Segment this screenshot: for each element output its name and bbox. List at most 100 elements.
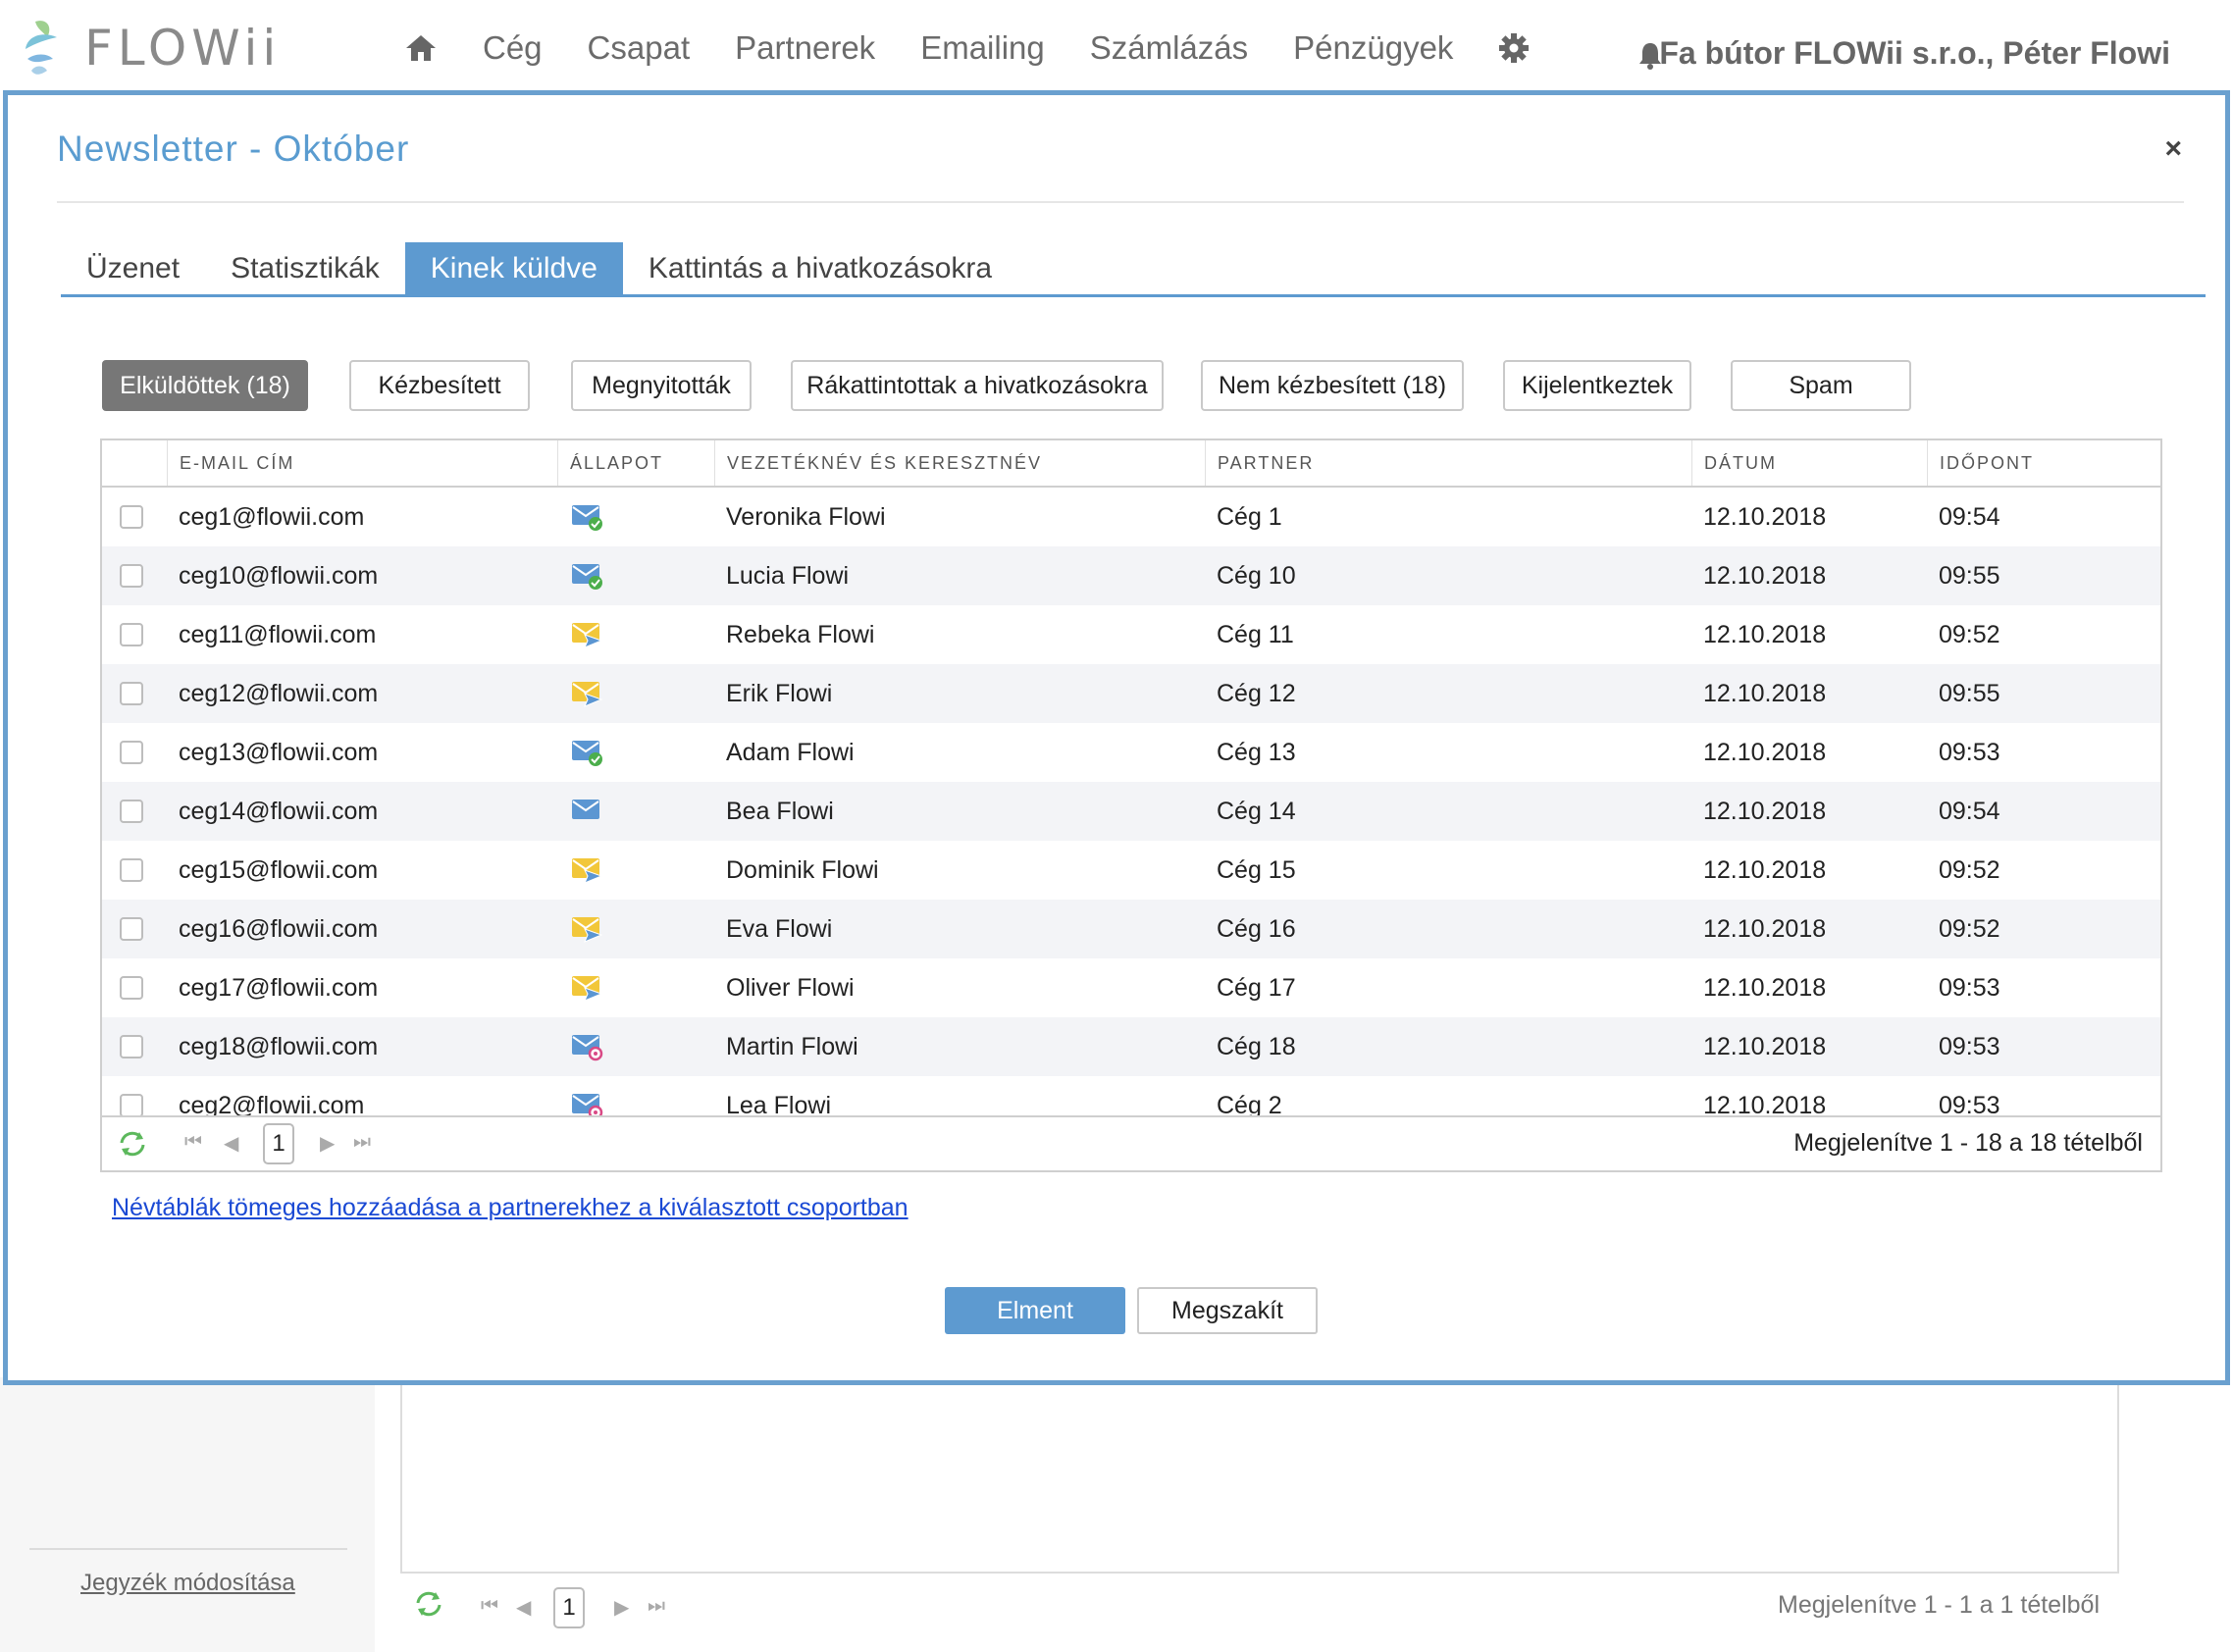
column-date[interactable]: DÁTUM: [1691, 440, 1927, 486]
row-checkbox[interactable]: [120, 1094, 143, 1115]
last-page-icon[interactable]: ⏭: [648, 1595, 665, 1618]
cell-time: 09:55: [1939, 679, 2000, 707]
row-checkbox[interactable]: [120, 976, 143, 1000]
row-checkbox[interactable]: [120, 623, 143, 646]
row-checkbox[interactable]: [120, 858, 143, 882]
table-row[interactable]: ceg12@flowii.com Erik Flowi Cég 12 12.10.20…: [102, 664, 2160, 723]
table-row[interactable]: ceg10@flowii.com Lucia Flowi Cég 10 12.10.2…: [102, 546, 2160, 605]
bulk-add-tags-link[interactable]: Névtáblák tömeges hozzáadása a partnerek…: [112, 1194, 909, 1222]
nav-item-csapat[interactable]: Csapat: [588, 29, 691, 67]
save-button[interactable]: Elment: [945, 1287, 1125, 1334]
cell-date: 12.10.2018: [1703, 561, 1827, 590]
table-row[interactable]: ceg15@flowii.com Dominik Flowi Cég 15 12.10…: [102, 841, 2160, 900]
cell-email: ceg15@flowii.com: [179, 855, 379, 884]
cell-date: 12.10.2018: [1703, 1032, 1827, 1060]
cell-email: ceg1@flowii.com: [179, 502, 365, 531]
grid-pager: ⏮ ◀ 1 ▶ ⏭ Megjelenítve 1 - 18 a 18 tétel…: [102, 1115, 2160, 1170]
row-checkbox[interactable]: [120, 800, 143, 823]
cell-name: Bea Flowi: [726, 797, 834, 825]
row-checkbox[interactable]: [120, 564, 143, 588]
nav-item-partnerek[interactable]: Partnerek: [735, 29, 875, 67]
column-name[interactable]: VEZETÉKNÉV ÉS KERESZTNÉV: [714, 440, 1205, 486]
next-page-icon[interactable]: ▶: [320, 1131, 335, 1156]
nav-item-penzugyek[interactable]: Pénzügyek: [1293, 29, 1453, 67]
prev-page-icon[interactable]: ◀: [516, 1595, 531, 1620]
first-page-icon[interactable]: ⏮: [481, 1595, 498, 1618]
background-sidebar: [0, 1377, 375, 1652]
cell-name: Rebeka Flowi: [726, 620, 875, 648]
nav-item-ceg[interactable]: Cég: [483, 29, 543, 67]
cell-partner: Cég 11: [1217, 620, 1294, 648]
filter-not-delivered-button[interactable]: Nem kézbesített (18): [1201, 360, 1464, 411]
company-user-name[interactable]: Fa bútor FLOWii s.r.o., Péter Flowi: [1659, 35, 2170, 72]
cell-date: 12.10.2018: [1703, 797, 1827, 825]
refresh-icon[interactable]: [412, 1589, 445, 1625]
cell-partner: Cég 12: [1217, 679, 1296, 707]
table-row[interactable]: ceg18@flowii.com Martin Flowi Cég 18 12.10.…: [102, 1017, 2160, 1076]
table-row[interactable]: ceg2@flowii.com Lea Flowi Cég 2 12.10.2018 0…: [102, 1076, 2160, 1115]
row-checkbox[interactable]: [120, 682, 143, 705]
table-row[interactable]: ceg17@flowii.com Oliver Flowi Cég 17 12.10.…: [102, 958, 2160, 1017]
cell-date: 12.10.2018: [1703, 855, 1827, 884]
table-row[interactable]: ceg14@flowii.com Bea Flowi Cég 14 12.10.201…: [102, 782, 2160, 841]
page-number[interactable]: 1: [553, 1587, 585, 1628]
row-checkbox[interactable]: [120, 741, 143, 764]
refresh-icon[interactable]: [116, 1129, 149, 1164]
cell-email: ceg11@flowii.com: [179, 620, 377, 648]
cell-time: 09:52: [1939, 914, 2000, 943]
filter-sent-button[interactable]: Elküldöttek (18): [102, 360, 308, 411]
background-pager: ⏮ ◀ 1 ▶ ⏭ Megjelenítve 1 - 1 a 1 tételbő…: [400, 1581, 2119, 1630]
filter-delivered-button[interactable]: Kézbesített: [349, 360, 530, 411]
cell-email: ceg16@flowii.com: [179, 914, 379, 943]
filter-spam-button[interactable]: Spam: [1731, 360, 1911, 411]
background-grid-panel: [400, 1373, 2119, 1574]
cell-email: ceg12@flowii.com: [179, 679, 379, 707]
logo-mark-icon: [22, 16, 73, 80]
last-page-icon[interactable]: ⏭: [353, 1131, 371, 1154]
cell-time: 09:55: [1939, 561, 2000, 590]
row-checkbox[interactable]: [120, 505, 143, 529]
tab-kattintas[interactable]: Kattintás a hivatkozásokra: [623, 242, 1017, 294]
delivered-icon: [571, 723, 604, 782]
row-checkbox[interactable]: [120, 917, 143, 941]
column-time[interactable]: IDŐPONT: [1927, 440, 2160, 486]
row-checkbox[interactable]: [120, 1035, 143, 1058]
nav-item-szamlazas[interactable]: Számlázás: [1090, 29, 1248, 67]
cell-date: 12.10.2018: [1703, 973, 1827, 1002]
page-number[interactable]: 1: [263, 1123, 294, 1164]
cell-time: 09:53: [1939, 1032, 2000, 1060]
filter-unsubscribed-button[interactable]: Kijelentkeztek: [1503, 360, 1691, 411]
tab-kinek-kuldve[interactable]: Kinek küldve: [404, 242, 623, 294]
cell-email: ceg13@flowii.com: [179, 738, 379, 766]
error-icon: [571, 1076, 604, 1115]
top-navigation: FLOWii Cég Csapat Partnerek Emailing Szá…: [0, 0, 2233, 92]
table-row[interactable]: ceg11@flowii.com Rebeka Flowi Cég 11 12.10.…: [102, 605, 2160, 664]
cell-partner: Cég 17: [1217, 973, 1296, 1002]
nav-item-emailing[interactable]: Emailing: [920, 29, 1045, 67]
filter-clicked-button[interactable]: Rákattintottak a hivatkozásokra: [791, 360, 1164, 411]
flowii-logo[interactable]: FLOWii: [22, 14, 281, 82]
first-page-icon[interactable]: ⏮: [184, 1131, 202, 1154]
column-partner[interactable]: PARTNER: [1205, 440, 1691, 486]
edit-list-link[interactable]: Jegyzék módosítása: [80, 1570, 295, 1597]
cell-email: ceg17@flowii.com: [179, 973, 379, 1002]
table-row[interactable]: ceg16@flowii.com Eva Flowi Cég 16 12.10.201…: [102, 900, 2160, 958]
column-status[interactable]: ÁLLAPOT: [557, 440, 714, 486]
tab-uzenet[interactable]: Üzenet: [61, 242, 205, 294]
column-email[interactable]: E-MAIL CÍM: [167, 440, 573, 486]
cell-name: Eva Flowi: [726, 914, 833, 943]
delivered-icon: [571, 546, 604, 605]
tab-statisztikak[interactable]: Statisztikák: [205, 242, 405, 294]
prev-page-icon[interactable]: ◀: [224, 1131, 238, 1156]
table-row[interactable]: ceg1@flowii.com Veronika Flowi Cég 1 12.10.…: [102, 488, 2160, 546]
cancel-button[interactable]: Megszakít: [1137, 1287, 1318, 1334]
close-icon[interactable]: ×: [2164, 132, 2182, 166]
next-page-icon[interactable]: ▶: [614, 1595, 629, 1620]
gear-icon[interactable]: [1498, 32, 1530, 64]
delivered-icon: [571, 488, 604, 546]
table-row[interactable]: ceg13@flowii.com Adam Flowi Cég 13 12.10.20…: [102, 723, 2160, 782]
cell-email: ceg14@flowii.com: [179, 797, 379, 825]
filter-opened-button[interactable]: Megnyitották: [571, 360, 752, 411]
home-icon[interactable]: [404, 33, 438, 63]
cell-partner: Cég 14: [1217, 797, 1296, 825]
